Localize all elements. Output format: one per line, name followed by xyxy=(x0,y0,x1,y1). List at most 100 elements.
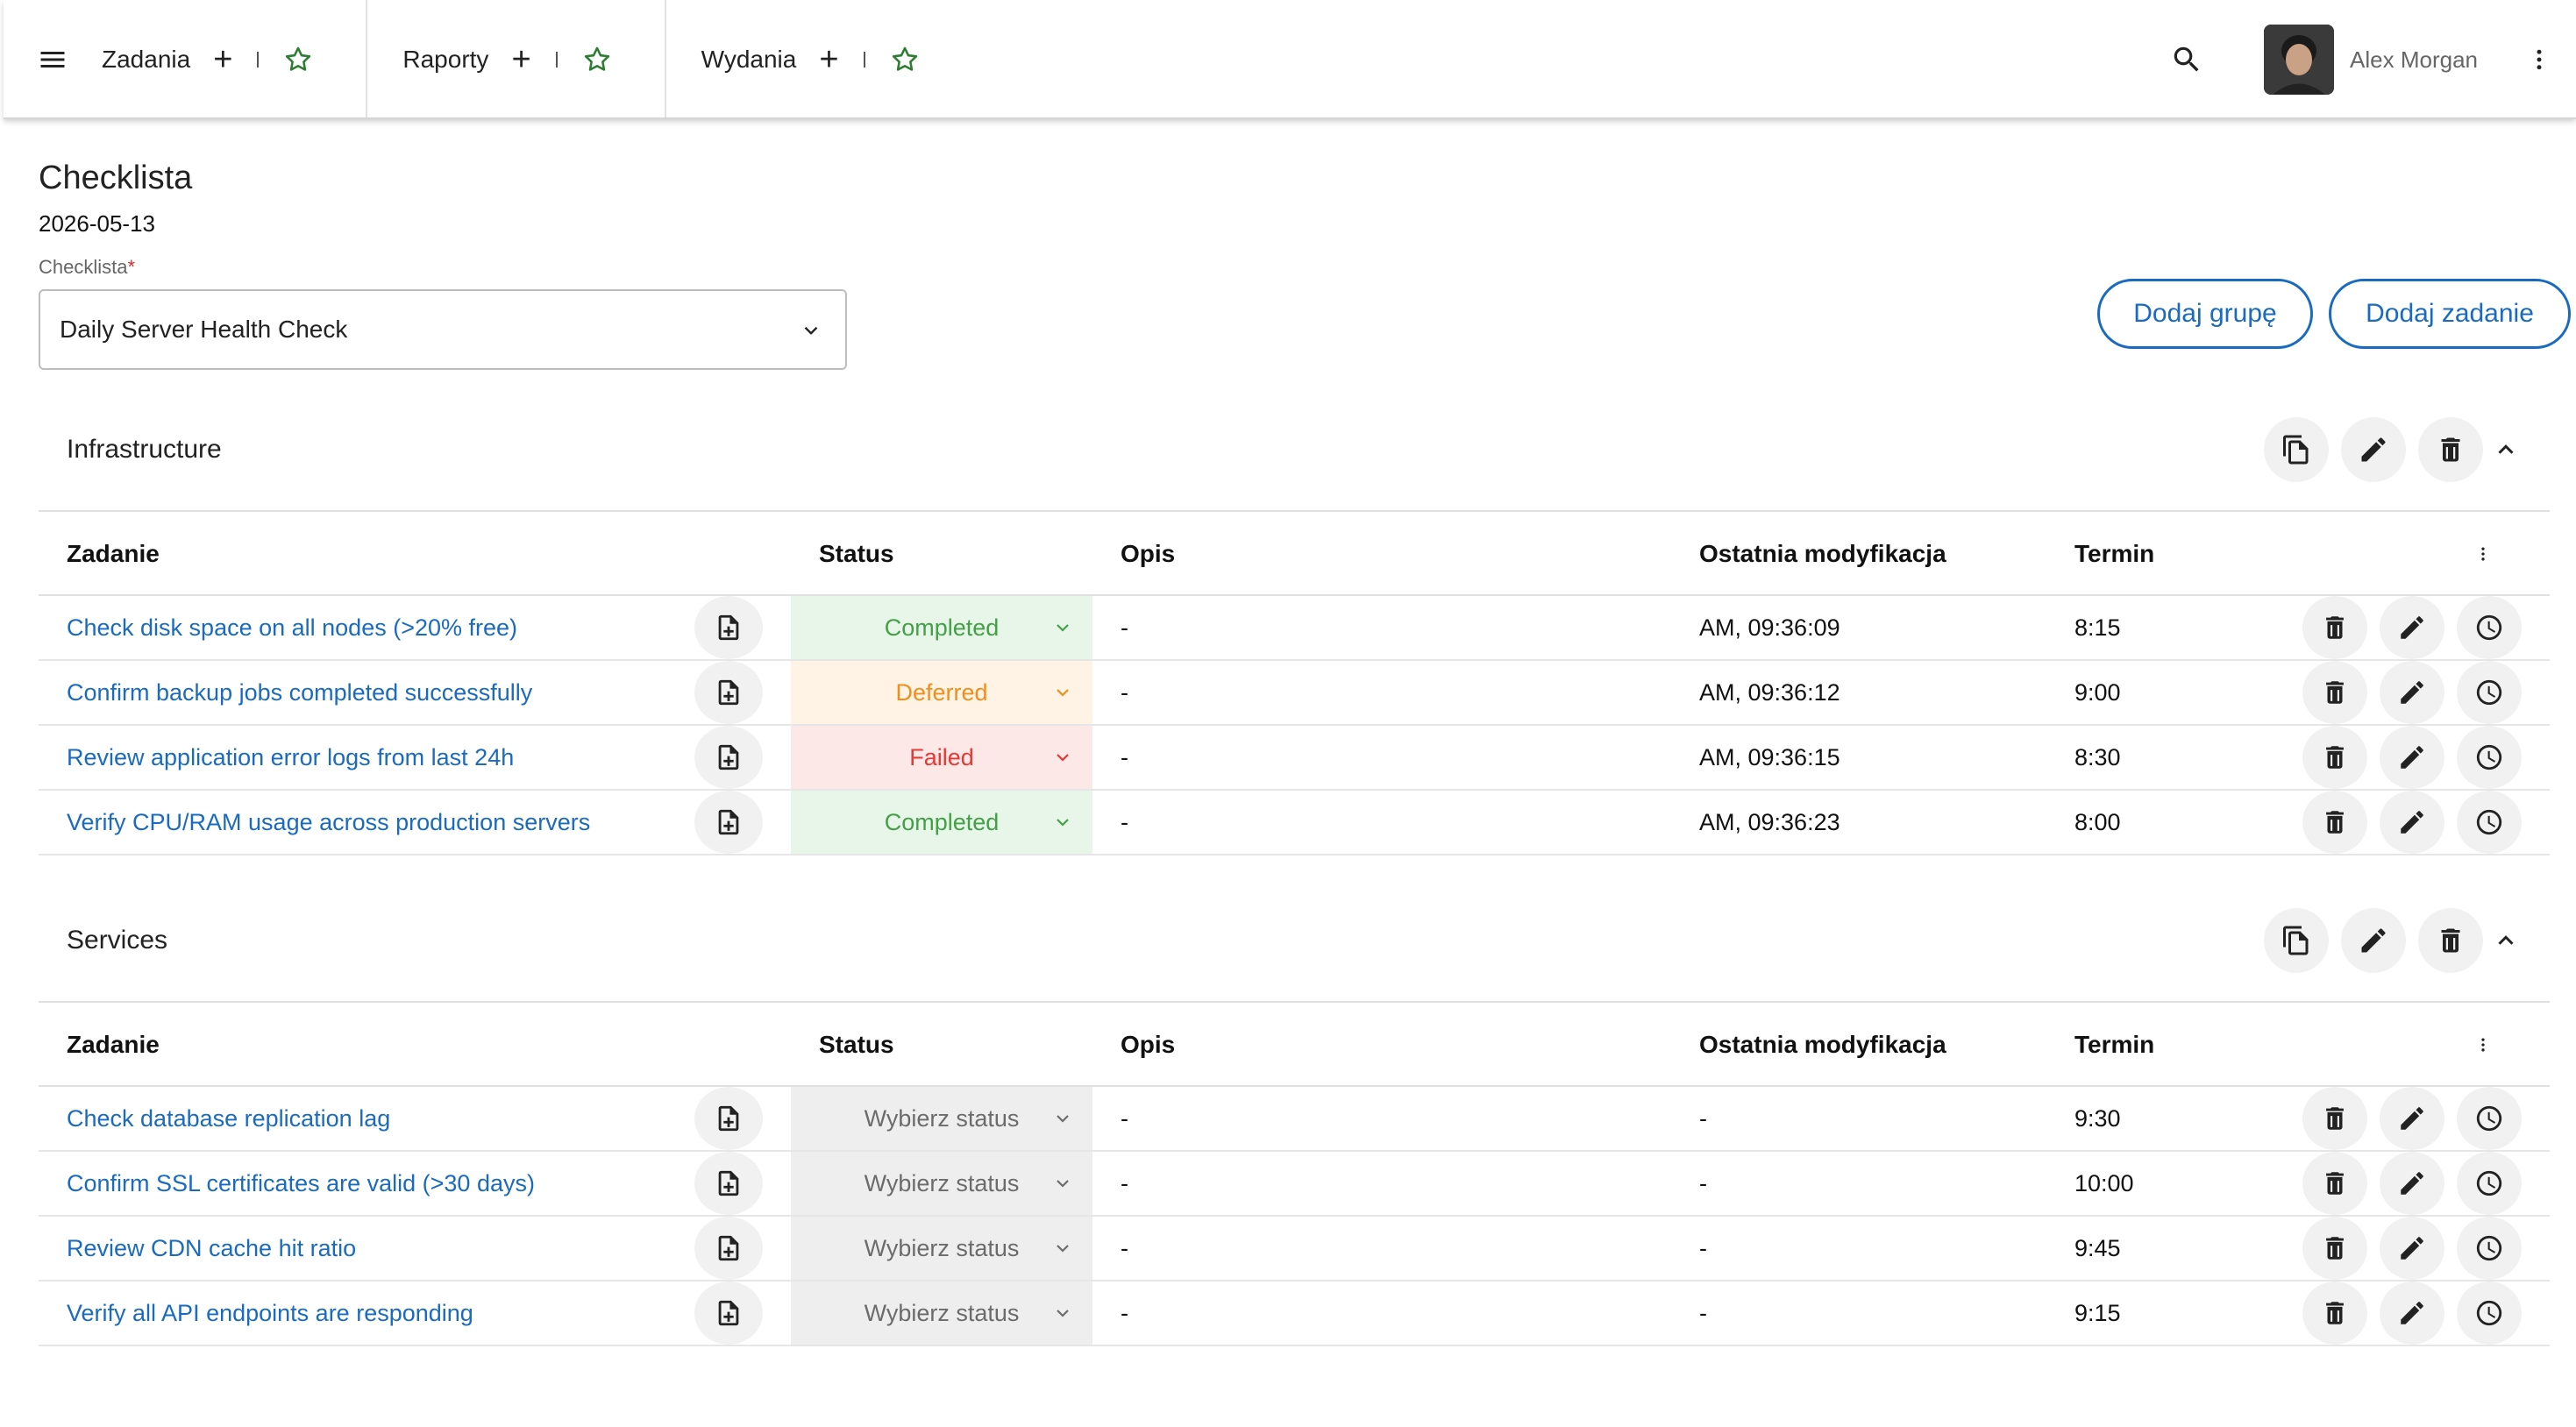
divider xyxy=(257,52,260,67)
add-task-button[interactable]: Dodaj zadanie xyxy=(2329,279,2571,349)
history-button[interactable] xyxy=(2457,1152,2522,1215)
column-header-status[interactable]: Status xyxy=(819,1003,894,1087)
plus-icon[interactable]: + xyxy=(511,43,530,76)
column-header-status[interactable]: Status xyxy=(819,512,894,596)
delete-task-button[interactable] xyxy=(2302,596,2367,659)
avatar[interactable] xyxy=(2264,25,2335,95)
edit-task-button[interactable] xyxy=(2380,661,2444,724)
more-vert-icon[interactable] xyxy=(2474,538,2492,570)
modified-cell: AM, 09:36:12 xyxy=(1699,678,1840,706)
column-header-task[interactable]: Zadanie xyxy=(67,512,160,596)
column-header-deadline[interactable]: Termin xyxy=(2074,512,2154,596)
task-link[interactable]: Verify CPU/RAM usage across production s… xyxy=(67,791,590,854)
deadline-cell: 10:00 xyxy=(2074,1169,2134,1196)
delete-group-button[interactable] xyxy=(2418,417,2483,482)
search-button[interactable] xyxy=(2162,35,2211,84)
delete-task-button[interactable] xyxy=(2302,1087,2367,1150)
task-link[interactable]: Check database replication lag xyxy=(67,1087,390,1150)
add-attachment-button[interactable] xyxy=(694,1217,763,1280)
clock-icon xyxy=(2474,1298,2504,1328)
status-select[interactable]: Wybierz status xyxy=(791,1281,1092,1345)
add-attachment-button[interactable] xyxy=(694,1087,763,1150)
status-value: Wybierz status xyxy=(864,1299,1020,1326)
column-header-modified[interactable]: Ostatnia modyfikacja xyxy=(1699,1003,1946,1087)
status-select[interactable]: Wybierz status xyxy=(791,1152,1092,1215)
history-button[interactable] xyxy=(2457,1087,2522,1150)
status-select[interactable]: Deferred xyxy=(791,661,1092,724)
edit-task-button[interactable] xyxy=(2380,596,2444,659)
history-button[interactable] xyxy=(2457,596,2522,659)
history-button[interactable] xyxy=(2457,661,2522,724)
column-header-description[interactable]: Opis xyxy=(1121,512,1175,596)
status-select[interactable]: Wybierz status xyxy=(791,1087,1092,1150)
nav-tab-raporty[interactable]: Raporty + xyxy=(367,0,666,119)
row-actions xyxy=(2290,1152,2522,1215)
plus-icon[interactable]: + xyxy=(819,43,838,76)
more-options-button[interactable] xyxy=(2522,35,2557,84)
delete-task-button[interactable] xyxy=(2302,1152,2367,1215)
nav-tab-zadania[interactable]: Zadania + xyxy=(102,0,368,119)
status-select[interactable]: Completed xyxy=(791,596,1092,659)
user-name[interactable]: Alex Morgan xyxy=(2350,46,2478,74)
history-button[interactable] xyxy=(2457,791,2522,854)
column-header-deadline[interactable]: Termin xyxy=(2074,1003,2154,1087)
status-select[interactable]: Completed xyxy=(791,791,1092,854)
deadline-cell: 8:00 xyxy=(2074,808,2121,835)
history-button[interactable] xyxy=(2457,1281,2522,1345)
task-link[interactable]: Confirm SSL certificates are valid (>30 … xyxy=(67,1152,535,1215)
checklist-select[interactable]: Daily Server Health Check xyxy=(39,289,847,370)
star-outline-icon[interactable] xyxy=(890,45,920,75)
nav-tab-label[interactable]: Zadania xyxy=(102,46,190,74)
edit-task-button[interactable] xyxy=(2380,791,2444,854)
status-select[interactable]: Wybierz status xyxy=(791,1217,1092,1280)
add-attachment-button[interactable] xyxy=(694,726,763,789)
task-link[interactable]: Review CDN cache hit ratio xyxy=(67,1217,356,1280)
clock-icon xyxy=(2474,678,2504,707)
history-button[interactable] xyxy=(2457,1217,2522,1280)
copy-group-button[interactable] xyxy=(2264,417,2329,482)
task-link[interactable]: Verify all API endpoints are responding xyxy=(67,1281,473,1345)
table-row: Review CDN cache hit ratio Wybierz statu… xyxy=(39,1217,2550,1281)
add-attachment-button[interactable] xyxy=(694,1281,763,1345)
edit-group-button[interactable] xyxy=(2341,417,2406,482)
delete-task-button[interactable] xyxy=(2302,661,2367,724)
edit-task-button[interactable] xyxy=(2380,1281,2444,1345)
edit-task-button[interactable] xyxy=(2380,1217,2444,1280)
delete-task-button[interactable] xyxy=(2302,1217,2367,1280)
collapse-group-button[interactable] xyxy=(2488,923,2523,958)
star-outline-icon[interactable] xyxy=(582,45,612,75)
add-attachment-button[interactable] xyxy=(694,661,763,724)
star-outline-icon[interactable] xyxy=(283,45,313,75)
more-vert-icon[interactable] xyxy=(2474,1029,2492,1061)
delete-group-button[interactable] xyxy=(2418,908,2483,973)
delete-task-button[interactable] xyxy=(2302,1281,2367,1345)
edit-task-button[interactable] xyxy=(2380,726,2444,789)
edit-group-button[interactable] xyxy=(2341,908,2406,973)
nav-tab-wydania[interactable]: Wydania + xyxy=(666,0,972,119)
plus-icon[interactable]: + xyxy=(213,43,232,76)
status-select[interactable]: Failed xyxy=(791,726,1092,789)
column-header-modified[interactable]: Ostatnia modyfikacja xyxy=(1699,512,1946,596)
history-button[interactable] xyxy=(2457,726,2522,789)
task-link[interactable]: Confirm backup jobs completed successful… xyxy=(67,661,532,724)
nav-tab-label[interactable]: Raporty xyxy=(402,46,488,74)
copy-group-button[interactable] xyxy=(2264,908,2329,973)
nav-tab-label[interactable]: Wydania xyxy=(701,46,797,74)
edit-task-button[interactable] xyxy=(2380,1152,2444,1215)
add-attachment-button[interactable] xyxy=(694,596,763,659)
task-link[interactable]: Check disk space on all nodes (>20% free… xyxy=(67,596,517,659)
menu-button[interactable] xyxy=(4,0,102,119)
chevron-down-icon xyxy=(800,319,822,342)
deadline-cell: 9:00 xyxy=(2074,678,2121,706)
column-header-description[interactable]: Opis xyxy=(1121,1003,1175,1087)
add-attachment-button[interactable] xyxy=(694,791,763,854)
column-header-task[interactable]: Zadanie xyxy=(67,1003,160,1087)
collapse-group-button[interactable] xyxy=(2488,432,2523,467)
clock-icon xyxy=(2474,1233,2504,1263)
edit-task-button[interactable] xyxy=(2380,1087,2444,1150)
add-group-button[interactable]: Dodaj grupę xyxy=(2097,279,2313,349)
task-link[interactable]: Review application error logs from last … xyxy=(67,726,514,789)
delete-task-button[interactable] xyxy=(2302,791,2367,854)
add-attachment-button[interactable] xyxy=(694,1152,763,1215)
delete-task-button[interactable] xyxy=(2302,726,2367,789)
